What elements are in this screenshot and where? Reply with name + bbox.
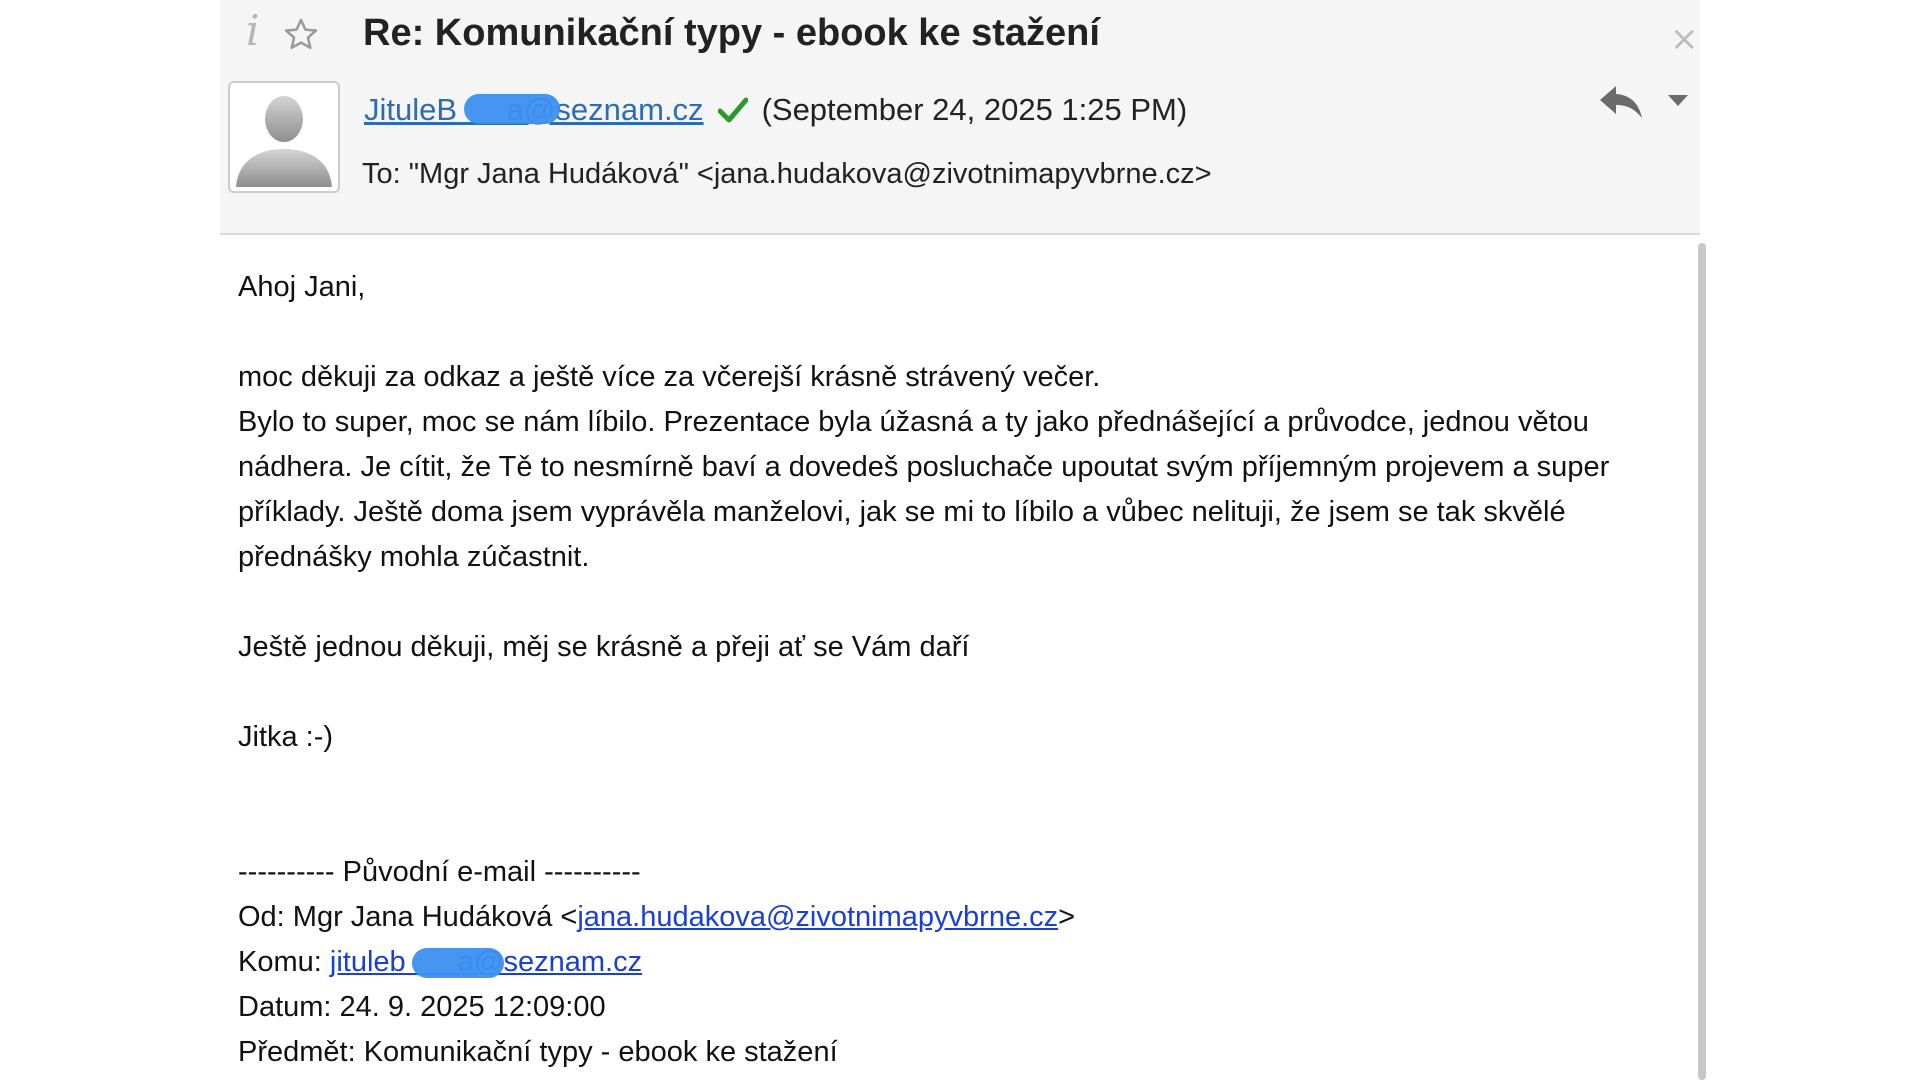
email-date: (September 24, 2025 1:25 PM) bbox=[761, 92, 1188, 127]
email-subject: Re: Komunikační typy - ebook ke stažení bbox=[363, 12, 1100, 54]
reply-icon[interactable] bbox=[1598, 84, 1644, 122]
original-date-line: Datum: 24. 9. 2025 12:09:00 bbox=[238, 991, 606, 1023]
paragraph-main: Bylo to super, moc se nám líbilo. Prezen… bbox=[238, 406, 1610, 573]
signature: Jitka :-) bbox=[238, 721, 334, 753]
paragraph-thanks-line: moc děkuji za odkaz a ještě více za včer… bbox=[238, 361, 1101, 393]
greeting: Ahoj Jani, bbox=[238, 271, 366, 303]
redaction-blob bbox=[464, 94, 560, 124]
info-icon[interactable]: i bbox=[246, 10, 259, 52]
close-icon[interactable]: × bbox=[1670, 22, 1699, 56]
original-to-line: Komu: jituleb a@seznam.cz bbox=[238, 946, 643, 978]
chevron-down-icon[interactable] bbox=[1667, 94, 1689, 108]
sender-email-link[interactable]: JituleB a@seznam.cz bbox=[364, 92, 704, 128]
message-header: i Re: Komunikační typy - ebook ke stažen… bbox=[220, 0, 1700, 235]
original-email-divider: ---------- Původní e-mail ---------- bbox=[238, 856, 641, 888]
from-line: JituleB a@seznam.cz (September 24, 2025 … bbox=[364, 92, 1187, 128]
scrollbar[interactable] bbox=[1698, 243, 1706, 1080]
original-subject-line: Předmět: Komunikační typy - ebook ke sta… bbox=[238, 1036, 838, 1068]
original-from-email-link[interactable]: jana.hudakova@zivotnimapyvbrne.cz bbox=[577, 901, 1058, 933]
sender-avatar bbox=[228, 81, 340, 193]
original-to-email-link[interactable]: jituleb a@seznam.cz bbox=[330, 946, 642, 978]
original-from-line: Od: Mgr Jana Hudáková <jana.hudakova@ziv… bbox=[238, 901, 1076, 933]
email-viewer: i Re: Komunikační typy - ebook ke stažen… bbox=[220, 0, 1706, 1080]
avatar-placeholder-icon bbox=[236, 96, 332, 187]
check-icon bbox=[717, 97, 748, 123]
redaction-blob bbox=[411, 948, 504, 978]
email-body: Ahoj Jani, moc děkuji za odkaz a ještě v… bbox=[238, 265, 1668, 1075]
star-icon[interactable] bbox=[282, 16, 320, 54]
to-line: To: "Mgr Jana Hudáková" <jana.hudakova@z… bbox=[362, 158, 1212, 190]
closing-line: Ještě jednou děkuji, měj se krásně a pře… bbox=[238, 631, 970, 663]
